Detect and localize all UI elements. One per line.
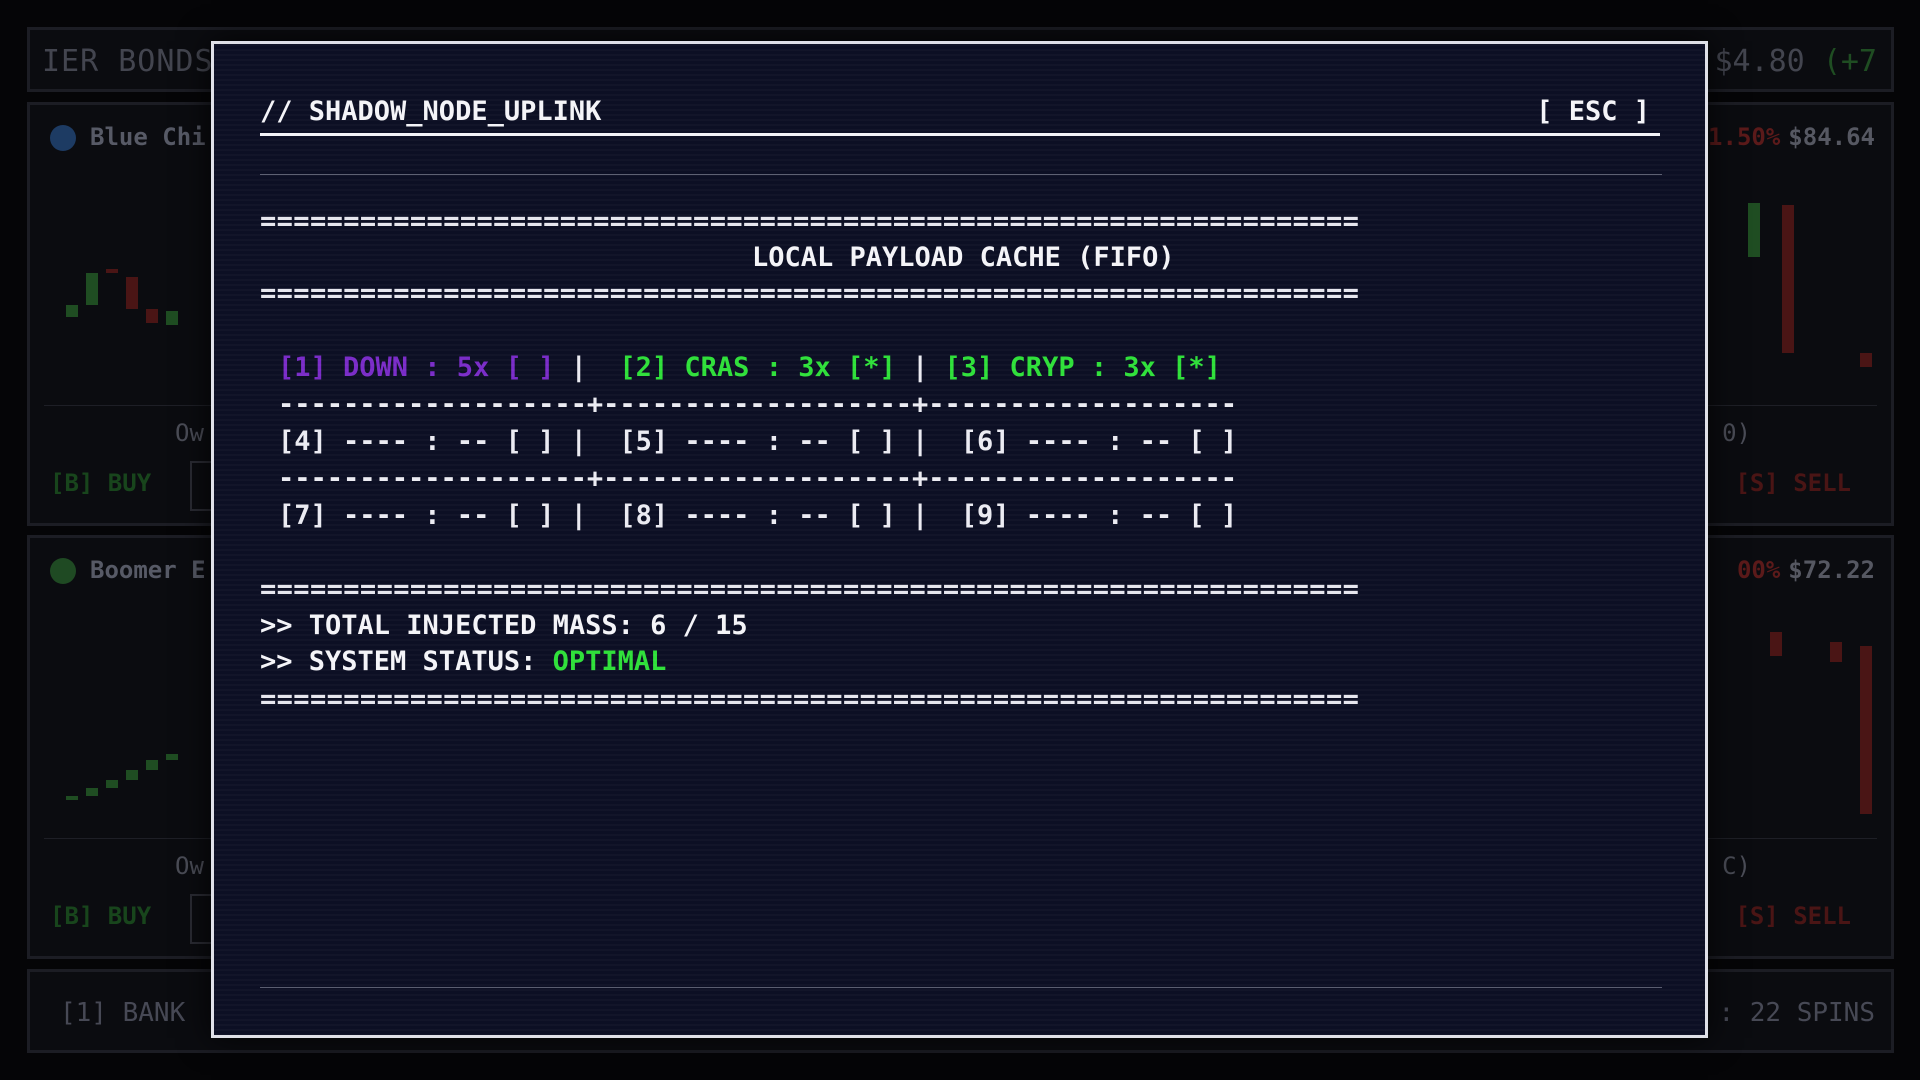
buy-button[interactable]: [B] BUY [50, 469, 151, 497]
cache-slot[interactable]: [9] ---- : -- [ ] [961, 500, 1237, 531]
chart-candle [86, 273, 98, 305]
grid-separator: -------------------+-------------------+… [278, 463, 1238, 494]
ascii-rule: ========================================… [260, 684, 1360, 715]
cache-slot[interactable]: [2] CRAS : 3x [*] [619, 352, 895, 383]
chart-candle [1748, 203, 1760, 257]
chart-candle [126, 277, 138, 309]
owned-value: C) [1722, 852, 1751, 880]
chart-candle [1860, 353, 1872, 367]
chart-candle [106, 269, 118, 273]
cache-heading: LOCAL PAYLOAD CACHE (FIFO) [752, 242, 1175, 273]
buy-button[interactable]: [B] BUY [50, 902, 151, 930]
cache-slot[interactable]: [5] ---- : -- [ ] [619, 426, 895, 457]
owned-label: Ow [175, 852, 204, 880]
total-mass-line: >> TOTAL INJECTED MASS: 6 / 15 [260, 610, 748, 641]
modal-title: // SHADOW_NODE_UPLINK [260, 96, 602, 127]
divider [260, 174, 1662, 175]
ascii-rule: ========================================… [260, 206, 1360, 237]
cache-row: [1] DOWN : 5x [ ] | [2] CRAS : 3x [*] | … [278, 352, 1221, 383]
cache-slot[interactable]: [1] DOWN : 5x [ ] [278, 352, 554, 383]
chart-candle [106, 780, 118, 788]
sell-button[interactable]: [S] SELL [1735, 469, 1851, 497]
ticker-left-text: IER BONDS [42, 44, 214, 79]
bank-button[interactable]: [1] BANK [60, 998, 185, 1028]
chart-candle [166, 754, 178, 760]
stock-name: Boomer E [90, 556, 206, 584]
grid-separator: -------------------+-------------------+… [278, 389, 1238, 420]
cache-slot[interactable]: [8] ---- : -- [ ] [619, 500, 895, 531]
stock-price: 00% $72.22 [1736, 556, 1875, 584]
system-status-line: >> SYSTEM STATUS: OPTIMAL [260, 646, 667, 677]
close-button[interactable]: [ ESC ] [1536, 96, 1650, 127]
chart-candle [1782, 205, 1794, 353]
shadow-node-modal: // SHADOW_NODE_UPLINK [ ESC ] ==========… [211, 41, 1708, 1038]
ticker-right-text: $4.80 (+7 [1714, 44, 1877, 79]
chart-candle [146, 760, 158, 770]
chart-candle [1860, 646, 1872, 814]
owned-label: Ow [175, 419, 204, 447]
cache-slot[interactable]: [4] ---- : -- [ ] [278, 426, 554, 457]
stock-icon [50, 558, 76, 584]
sell-button[interactable]: [S] SELL [1735, 902, 1851, 930]
stock-name: Blue Chi [90, 123, 206, 151]
modal-header: // SHADOW_NODE_UPLINK [ ESC ] [260, 96, 1660, 136]
cache-slot[interactable]: [3] CRYP : 3x [*] [945, 352, 1221, 383]
divider [260, 987, 1662, 988]
stock-icon [50, 125, 76, 151]
chart-candle [66, 796, 78, 800]
spins-counter: : 22 SPINS [1718, 998, 1875, 1028]
cache-slot[interactable]: [7] ---- : -- [ ] [278, 500, 554, 531]
ascii-rule: ========================================… [260, 278, 1360, 309]
cache-row: [4] ---- : -- [ ] | [5] ---- : -- [ ] | … [278, 426, 1238, 457]
chart-candle [66, 305, 78, 317]
chart-candle [86, 788, 98, 796]
chart-candle [126, 770, 138, 780]
stock-price: 1.50% $84.64 [1708, 123, 1875, 151]
chart-candle [1830, 642, 1842, 662]
chart-candle [166, 311, 178, 325]
status-value: OPTIMAL [552, 646, 667, 677]
owned-value: 0) [1722, 419, 1751, 447]
cache-slot[interactable]: [6] ---- : -- [ ] [961, 426, 1237, 457]
cache-row: [7] ---- : -- [ ] | [8] ---- : -- [ ] | … [278, 500, 1238, 531]
ascii-rule: ========================================… [260, 574, 1360, 605]
chart-candle [1770, 632, 1782, 656]
chart-candle [146, 309, 158, 323]
